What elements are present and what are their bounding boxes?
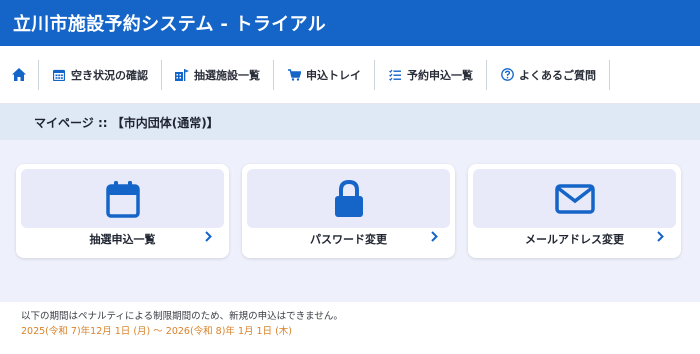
change-email-card[interactable]: メールアドレス変更 — [468, 164, 681, 258]
nav-item-reservation-list[interactable]: 予約申込一覧 — [375, 46, 486, 104]
chevron-right-icon — [203, 229, 213, 243]
nav-item-label: 申込トレイ — [306, 68, 361, 82]
card-label: パスワード変更 — [310, 233, 387, 246]
nav-item-label: 空き状況の確認 — [71, 68, 148, 82]
card-icon-area — [473, 169, 676, 228]
breadcrumb-text: マイページ :: 【市内団体(通常)】 — [34, 115, 219, 130]
main-nav: 空き状況の確認 抽選施設一覧 申込トレイ 予約申込一覧 よくあるご質問 — [0, 46, 700, 104]
nav-divider — [609, 59, 610, 90]
card-icon-area — [21, 169, 224, 228]
penalty-notice: 以下の期間はペナルティによる制限期間のため、新規の申込はできません。 2025(… — [0, 302, 700, 339]
building-flag-icon — [175, 68, 189, 82]
nav-item-label: 予約申込一覧 — [407, 68, 473, 82]
home-icon — [12, 68, 26, 81]
lottery-applications-card[interactable]: 抽選申込一覧 — [16, 164, 229, 258]
notice-message: 以下の期間はペナルティによる制限期間のため、新規の申込はできません。 — [21, 311, 343, 322]
home-button[interactable] — [0, 46, 38, 104]
question-circle-icon — [500, 68, 514, 82]
nav-item-availability[interactable]: 空き状況の確認 — [39, 46, 161, 104]
cart-icon — [287, 68, 301, 82]
nav-item-faq[interactable]: よくあるご質問 — [487, 46, 609, 104]
card-icon-area — [247, 169, 450, 228]
lock-icon — [334, 179, 363, 217]
app-header: 立川市施設予約システム - トライアル — [0, 0, 700, 46]
nav-item-lottery-facilities[interactable]: 抽選施設一覧 — [162, 46, 273, 104]
nav-item-application-tray[interactable]: 申込トレイ — [274, 46, 374, 104]
envelope-icon — [554, 183, 595, 214]
app-title: 立川市施設予約システム - トライアル — [13, 14, 326, 35]
card-label: メールアドレス変更 — [525, 233, 624, 246]
nav-item-label: よくあるご質問 — [519, 68, 596, 82]
calendar-grid-icon — [52, 68, 66, 82]
chevron-right-icon — [429, 229, 439, 243]
nav-item-label: 抽選施設一覧 — [194, 68, 260, 82]
checklist-icon — [388, 68, 402, 82]
change-password-card[interactable]: パスワード変更 — [242, 164, 455, 258]
chevron-right-icon — [655, 229, 665, 243]
calendar-icon — [105, 180, 140, 218]
card-label: 抽選申込一覧 — [89, 233, 156, 246]
notice-period: 2025(令和 7)年12月 1日 (月) 〜 2026(令和 8)年 1月 1… — [21, 326, 292, 337]
breadcrumb: マイページ :: 【市内団体(通常)】 — [0, 104, 700, 140]
menu-cards: 抽選申込一覧 パスワード変更 メールアドレス変更 — [0, 140, 700, 302]
